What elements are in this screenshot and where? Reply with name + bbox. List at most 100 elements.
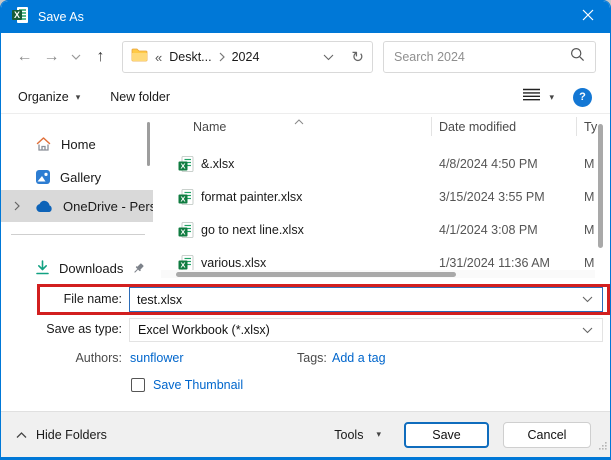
new-folder-label: New folder: [110, 90, 171, 104]
file-date: 4/1/2024 3:08 PM: [439, 223, 538, 237]
save-fields: File name: Save as type: Excel Workbook …: [1, 283, 610, 413]
column-header-name[interactable]: Name: [193, 120, 226, 134]
excel-file-icon: X: [178, 222, 194, 241]
file-list: Name Date modified Ty X &.xlsx 4/8/2024 …: [161, 114, 609, 283]
list-header-row: Name Date modified Ty: [161, 114, 609, 140]
column-separator[interactable]: [576, 117, 577, 136]
file-name-dropdown-icon[interactable]: [573, 296, 602, 303]
file-date: 4/8/2024 4:50 PM: [439, 157, 538, 171]
organize-label: Organize: [18, 90, 69, 104]
view-mode-caret-icon[interactable]: ▾: [549, 92, 554, 103]
expand-chevron-icon[interactable]: [14, 201, 20, 211]
file-date: 3/15/2024 3:55 PM: [439, 190, 545, 204]
command-toolbar: Organize ▾ New folder ▾ ?: [1, 81, 610, 114]
file-name-label: File name:: [63, 292, 122, 306]
save-button[interactable]: Save: [404, 421, 489, 448]
file-name: go to next line.xlsx: [201, 223, 304, 237]
search-box: [383, 41, 596, 73]
authors-label: Authors:: [75, 351, 122, 365]
breadcrumb-item-2024[interactable]: 2024: [232, 50, 260, 64]
chevron-right-icon: [219, 52, 225, 62]
navigation-sidebar: Home Gallery OneDrive - Per Downloads: [1, 114, 153, 283]
authors-value-link[interactable]: sunflower: [130, 351, 184, 365]
file-type: M: [584, 190, 595, 204]
close-button[interactable]: [566, 1, 610, 33]
hide-folders-label: Hide Folders: [36, 427, 107, 442]
metadata-row: Authors: sunflower Tags: Add a tag: [1, 351, 610, 369]
excel-file-icon: X: [178, 189, 194, 208]
new-folder-button[interactable]: New folder: [110, 90, 170, 104]
svg-text:X: X: [180, 260, 185, 269]
organize-menu[interactable]: Organize ▾: [18, 90, 80, 104]
file-name-input[interactable]: [130, 292, 573, 307]
file-row[interactable]: X &.xlsx 4/8/2024 4:50 PM M: [161, 148, 595, 181]
sidebar-item-home[interactable]: Home: [1, 130, 153, 158]
save-as-type-dropdown-icon[interactable]: [573, 327, 602, 334]
save-as-type-label: Save as type:: [46, 322, 122, 336]
vertical-scrollbar-thumb[interactable]: [598, 124, 603, 248]
hide-folders-button[interactable]: Hide Folders: [16, 428, 107, 442]
organize-caret-icon: ▾: [75, 91, 81, 102]
file-name: format painter.xlsx: [201, 190, 303, 204]
main-area: Home Gallery OneDrive - Per Downloads Na…: [1, 114, 610, 283]
back-icon[interactable]: ←: [11, 48, 38, 66]
save-as-dialog: X Save As ← → ↑ « Deskt... 2024 ↻ Search…: [0, 0, 611, 460]
horizontal-scrollbar-thumb[interactable]: [176, 272, 456, 277]
footer-bar: Hide Folders Tools ▾ Save Cancel: [1, 411, 610, 457]
sidebar-scrollbar-thumb[interactable]: [147, 122, 150, 166]
file-name: various.xlsx: [201, 256, 267, 270]
pin-icon[interactable]: [132, 262, 145, 275]
tools-caret-icon: ▾: [376, 429, 381, 439]
column-separator[interactable]: [431, 117, 432, 136]
tools-label: Tools: [334, 427, 364, 442]
file-type: M: [584, 256, 595, 270]
save-as-type-combobox[interactable]: Excel Workbook (*.xlsx): [129, 318, 603, 342]
svg-text:X: X: [180, 161, 185, 170]
sidebar-item-gallery[interactable]: Gallery: [1, 163, 153, 191]
window-title: Save As: [38, 10, 84, 24]
cancel-button[interactable]: Cancel: [503, 421, 591, 448]
folder-icon: [131, 48, 148, 67]
sidebar-separator: [11, 234, 145, 235]
column-header-date-modified[interactable]: Date modified: [439, 120, 516, 134]
excel-file-icon: X: [178, 156, 194, 175]
breadcrumb-overflow[interactable]: «: [155, 50, 162, 65]
file-name-combobox: [129, 287, 603, 312]
file-type: M: [584, 157, 595, 171]
save-thumbnail-checkbox[interactable]: [131, 378, 145, 392]
sidebar-item-onedrive[interactable]: OneDrive - Perso: [1, 190, 153, 222]
file-date: 1/31/2024 11:36 AM: [439, 256, 550, 270]
view-mode-icon[interactable]: [523, 88, 541, 106]
close-icon: [582, 8, 594, 26]
file-row[interactable]: X format painter.xlsx 3/15/2024 3:55 PM …: [161, 181, 595, 214]
breadcrumb-item-desktop[interactable]: Deskt...: [169, 50, 211, 64]
history-chevron-icon[interactable]: [65, 51, 87, 63]
svg-text:X: X: [14, 10, 20, 20]
file-row[interactable]: X go to next line.xlsx 4/1/2024 3:08 PM …: [161, 214, 595, 247]
navigation-bar: ← → ↑ « Deskt... 2024 ↻: [1, 33, 610, 81]
svg-text:X: X: [180, 227, 185, 236]
forward-icon[interactable]: →: [38, 48, 65, 66]
column-header-type[interactable]: Ty: [584, 120, 597, 134]
download-icon: [35, 260, 50, 276]
sidebar-item-downloads[interactable]: Downloads: [1, 254, 153, 282]
excel-app-icon: X: [11, 6, 29, 29]
address-dropdown-icon[interactable]: [323, 48, 334, 66]
footer-actions: Tools ▾ Save Cancel: [334, 421, 591, 448]
help-button[interactable]: ?: [573, 87, 592, 107]
add-a-tag-link[interactable]: Add a tag: [332, 351, 386, 365]
tools-menu[interactable]: Tools ▾: [334, 428, 381, 442]
help-icon: ?: [579, 91, 586, 103]
sidebar-item-label: Gallery: [60, 169, 102, 185]
search-icon[interactable]: [570, 47, 585, 67]
file-name: &.xlsx: [201, 157, 235, 171]
refresh-icon[interactable]: ↻: [351, 48, 364, 66]
tags-label: Tags:: [297, 351, 327, 365]
address-bar[interactable]: « Deskt... 2024 ↻: [122, 41, 373, 73]
save-thumbnail-option: Save Thumbnail: [131, 378, 243, 392]
up-icon[interactable]: ↑: [87, 48, 114, 66]
gallery-icon: [35, 169, 51, 185]
resize-grip[interactable]: [598, 437, 607, 455]
search-input[interactable]: [394, 50, 570, 64]
save-thumbnail-label[interactable]: Save Thumbnail: [153, 378, 243, 392]
